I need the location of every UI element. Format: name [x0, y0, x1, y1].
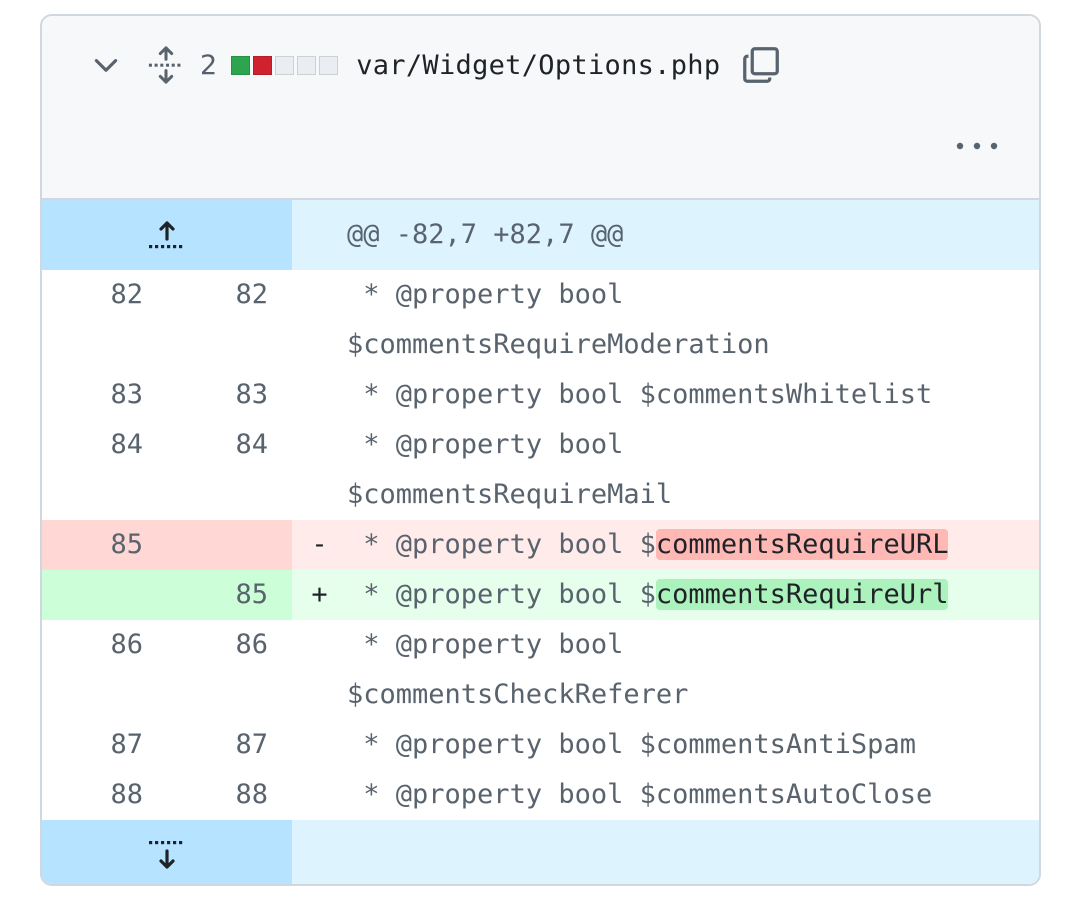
- hunk-footer: [42, 820, 1039, 884]
- code-text: * @property bool $commentsCheckReferer: [347, 629, 689, 710]
- code-line: * @property bool $commentsAutoClose: [347, 770, 1039, 820]
- code-text: * @property bool $commentsAntiSpam: [347, 729, 916, 760]
- diff-marker: [292, 770, 347, 820]
- new-line-number[interactable]: 82: [167, 270, 292, 370]
- new-line-number[interactable]: 83: [167, 370, 292, 420]
- new-line-number[interactable]: 87: [167, 720, 292, 770]
- chevron-down-icon[interactable]: [90, 49, 122, 81]
- diff-file: 2 var/Widget/Options.php @@ -82,7 +82,7 …: [40, 14, 1041, 886]
- kebab-horizontal-icon[interactable]: [953, 128, 1001, 164]
- old-line-number[interactable]: 84: [42, 420, 167, 520]
- diff-line: 87 87 * @property bool $commentsAntiSpam: [42, 720, 1039, 770]
- old-line-number[interactable]: 87: [42, 720, 167, 770]
- old-line-number[interactable]: 82: [42, 270, 167, 370]
- diff-marker: +: [292, 570, 347, 620]
- file-header: 2 var/Widget/Options.php: [42, 16, 1039, 200]
- code-text: * @property bool $commentsRequireModerat…: [347, 279, 770, 360]
- hunk-header: @@ -82,7 +82,7 @@: [42, 200, 1039, 270]
- diff-marker: [292, 270, 347, 370]
- code-text: * @property bool $commentsRequireMail: [347, 429, 673, 510]
- added-word-highlight: commentsRequireUrl: [655, 579, 949, 610]
- diffstat-bars: [231, 55, 339, 75]
- diff-marker: [292, 420, 347, 520]
- expand-up-icon[interactable]: [42, 200, 292, 270]
- copy-icon[interactable]: [740, 44, 782, 86]
- diff-line: 85 + * @property bool $commentsRequireUrl: [42, 570, 1039, 620]
- new-line-number[interactable]: 86: [167, 620, 292, 720]
- code-text: * @property bool $: [347, 579, 656, 610]
- diff-marker: [292, 370, 347, 420]
- diff-line: 83 83 * @property bool $commentsWhitelist: [42, 370, 1039, 420]
- code-text: * @property bool $commentsWhitelist: [347, 379, 933, 410]
- old-line-number[interactable]: [42, 570, 167, 620]
- diff-marker: [292, 620, 347, 720]
- code-line: * @property bool $commentsRequireURL: [347, 520, 1039, 570]
- old-line-number[interactable]: 88: [42, 770, 167, 820]
- new-line-number[interactable]: 88: [167, 770, 292, 820]
- new-line-number[interactable]: 85: [167, 570, 292, 620]
- code-line: * @property bool $commentsRequireMail: [347, 420, 1039, 520]
- diffstat-bar: [231, 55, 251, 75]
- diff-line: 82 82 * @property bool $commentsRequireMo…: [42, 270, 1039, 370]
- diff-marker: -: [292, 520, 347, 570]
- file-name-link[interactable]: var/Widget/Options.php: [356, 50, 720, 81]
- diffstat-bar: [319, 55, 339, 75]
- new-line-number[interactable]: [167, 520, 292, 570]
- expand-all-icon[interactable]: [146, 45, 186, 85]
- diff-line: 86 86 * @property bool $commentsCheckRefe…: [42, 620, 1039, 720]
- diffstat-bar: [253, 55, 273, 75]
- expand-down-icon[interactable]: [42, 820, 292, 884]
- code-text: * @property bool $commentsAutoClose: [347, 779, 933, 810]
- diff-marker: [292, 720, 347, 770]
- diffstat-bar: [297, 55, 317, 75]
- code-text: * @property bool $: [347, 529, 656, 560]
- file-header-row: 2 var/Widget/Options.php: [90, 42, 782, 88]
- old-line-number[interactable]: 85: [42, 520, 167, 570]
- diffstat-bar: [275, 55, 295, 75]
- diff-lines: 82 82 * @property bool $commentsRequireMo…: [42, 270, 1039, 820]
- code-line: * @property bool $commentsRequireModerat…: [347, 270, 1039, 370]
- old-line-number[interactable]: 86: [42, 620, 167, 720]
- old-line-number[interactable]: 83: [42, 370, 167, 420]
- code-line: * @property bool $commentsRequireUrl: [347, 570, 1039, 620]
- code-line: * @property bool $commentsWhitelist: [347, 370, 1039, 420]
- new-line-number[interactable]: 84: [167, 420, 292, 520]
- diff-line: 85 - * @property bool $commentsRequireURL: [42, 520, 1039, 570]
- deleted-word-highlight: commentsRequireURL: [655, 529, 949, 560]
- diff-line: 88 88 * @property bool $commentsAutoClose: [42, 770, 1039, 820]
- code-line: * @property bool $commentsCheckReferer: [347, 620, 1039, 720]
- code-line: * @property bool $commentsAntiSpam: [347, 720, 1039, 770]
- diffstat-count: 2: [200, 49, 218, 81]
- hunk-footer-fill: [292, 820, 1039, 884]
- hunk-header-text: @@ -82,7 +82,7 @@: [292, 200, 1039, 270]
- diff-line: 84 84 * @property bool $commentsRequireMa…: [42, 420, 1039, 520]
